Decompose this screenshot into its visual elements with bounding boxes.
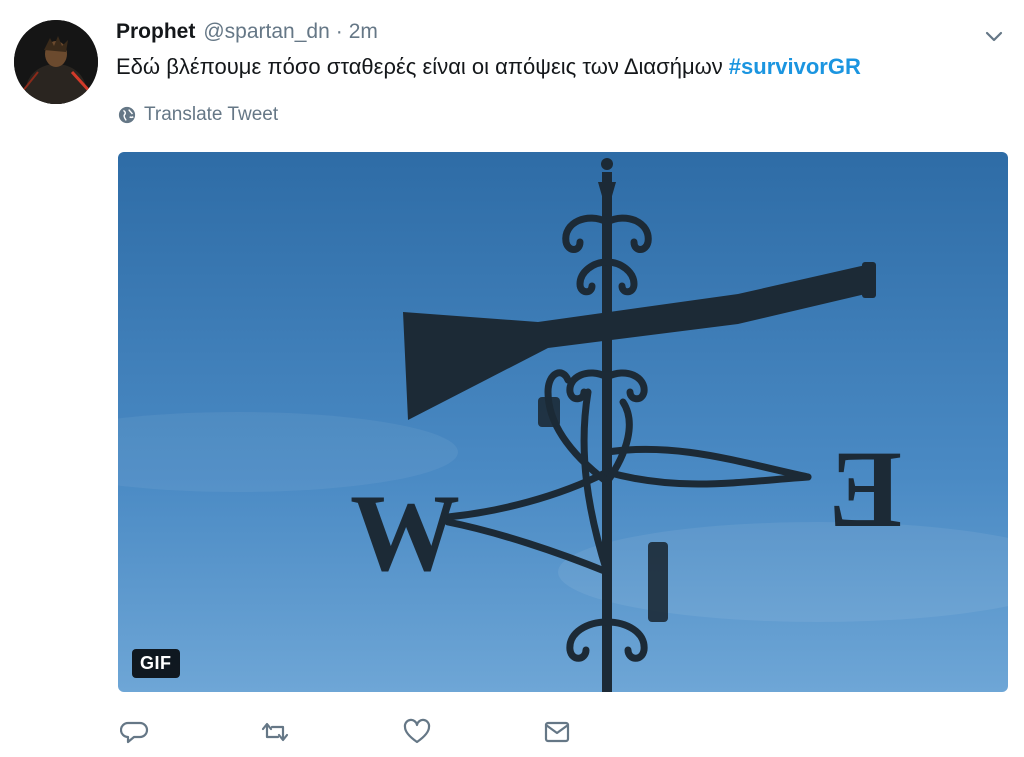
translate-tweet-button[interactable]: Translate Tweet (118, 104, 278, 126)
envelope-icon (544, 721, 570, 743)
gif-media[interactable]: W E GIF (118, 152, 1008, 692)
header-separator: · (335, 20, 343, 43)
globe-icon (118, 106, 136, 124)
avatar[interactable] (14, 20, 98, 104)
reply-icon (119, 721, 149, 744)
hashtag-link[interactable]: #survivorGR (729, 54, 861, 79)
west-letter: W (350, 472, 460, 594)
direct-message-button[interactable] (542, 717, 572, 747)
tweet-header: Prophet @spartan_dn · 2m (116, 20, 378, 48)
heart-icon (403, 718, 431, 744)
retweet-icon (261, 722, 289, 742)
weathervane-gif: W E (118, 152, 1008, 692)
reply-button[interactable] (119, 717, 150, 747)
chevron-down-icon[interactable] (982, 24, 1006, 48)
timestamp[interactable]: 2m (349, 20, 378, 44)
gif-badge: GIF (132, 649, 180, 678)
display-name[interactable]: Prophet (116, 20, 195, 44)
tweet-text: Εδώ βλέπουμε πόσο σταθερές είναι οι απόψ… (116, 54, 861, 80)
east-letter: E (829, 428, 902, 550)
user-handle[interactable]: @spartan_dn (203, 20, 329, 44)
avatar-image (14, 20, 98, 104)
like-button[interactable] (402, 717, 432, 747)
tweet-card: Prophet @spartan_dn · 2m Εδώ βλέπουμε πό… (0, 0, 1024, 757)
translate-label: Translate Tweet (144, 104, 279, 125)
tweet-body: Εδώ βλέπουμε πόσο σταθερές είναι οι απόψ… (116, 54, 723, 79)
retweet-button[interactable] (260, 717, 290, 747)
